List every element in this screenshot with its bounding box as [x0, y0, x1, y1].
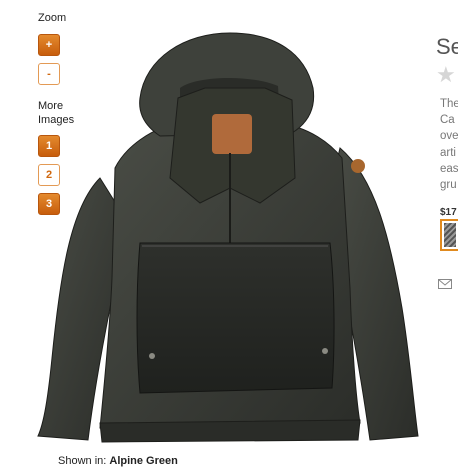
shown-in-caption: Shown in: Alpine Green — [58, 455, 178, 467]
product-price: $17 — [440, 207, 457, 218]
description-line: The — [440, 98, 458, 110]
swatch-pattern — [444, 223, 456, 247]
description-line: gru — [440, 179, 457, 192]
product-description: The Ca ove arti eas gru — [440, 96, 458, 193]
envelope-icon[interactable] — [438, 279, 452, 289]
description-line: arti — [440, 146, 456, 159]
color-swatch[interactable] — [440, 219, 458, 251]
product-title: Se — [436, 34, 458, 59]
description-line: ove — [440, 130, 458, 143]
zoom-label: Zoom — [38, 12, 67, 24]
shown-in-color: Alpine Green — [109, 455, 178, 467]
description-line: eas — [440, 162, 458, 175]
jacket-product-image[interactable] — [30, 28, 420, 448]
star-icon[interactable]: ★ — [436, 62, 456, 88]
description-line: Ca — [440, 114, 455, 127]
shown-in-label: Shown in: — [58, 455, 107, 467]
